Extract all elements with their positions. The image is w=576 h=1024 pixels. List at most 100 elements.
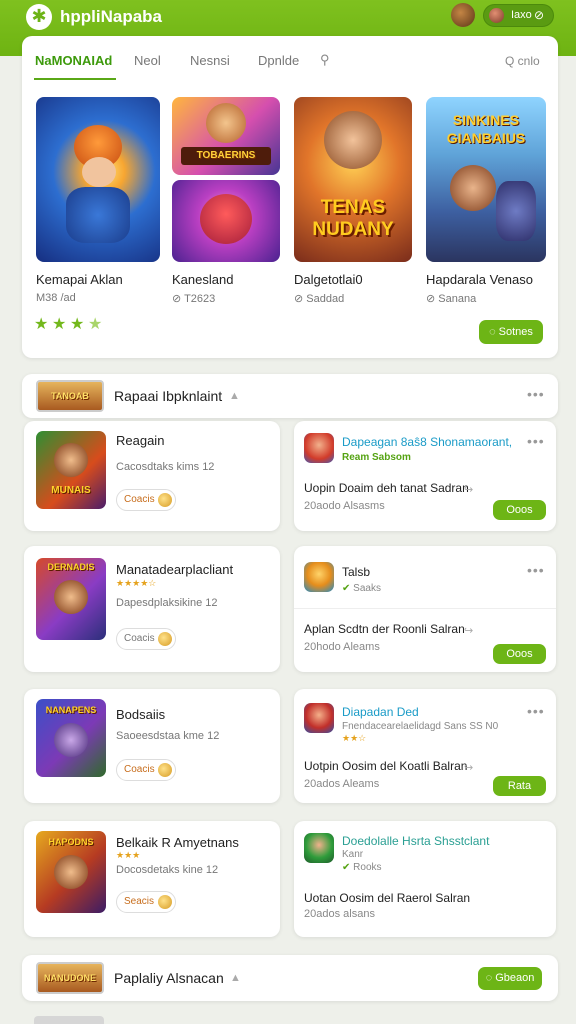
- list-item[interactable]: Talsb ✔ Saaks ••• Aplan Scdtn der Roonli…: [294, 546, 556, 672]
- coin-icon: [158, 632, 172, 646]
- see-more-button[interactable]: ◌ Sotnes: [479, 320, 543, 344]
- circle-icon: ◌: [489, 326, 499, 338]
- game-meta: 20ados alsans: [304, 908, 375, 920]
- play-button[interactable]: Ooos: [493, 500, 546, 520]
- game-icon[interactable]: [304, 703, 334, 733]
- app-logo-icon[interactable]: ✱: [26, 4, 52, 30]
- game-meta: 20hodo Aleams: [304, 641, 380, 653]
- share-icon[interactable]: ↪: [464, 761, 473, 774]
- game-title[interactable]: Diapadan Ded: [342, 705, 419, 719]
- game-title[interactable]: Kemapai Aklan: [36, 272, 123, 287]
- game-thumbnail[interactable]: DERNADIS: [36, 558, 106, 640]
- search-link[interactable]: Q cnlo: [505, 54, 540, 68]
- game-subtitle: Fnendacearelaelidagd Sans SS N0: [342, 721, 499, 732]
- featured-card: NaMONAIAd Neol Nesnsi Dpnlde ⚲ Q cnlo TO…: [22, 36, 558, 358]
- list-item[interactable]: Dapeagan 8aŝ8 Shonamaorant, Ream Sabsom …: [294, 421, 556, 531]
- share-icon[interactable]: ↪: [464, 483, 473, 496]
- game-icon[interactable]: [304, 562, 334, 592]
- list-item[interactable]: HAPODNS Belkaik R Amyetnans ★★★ Docosdet…: [24, 821, 280, 937]
- game-subtitle: ⊘ Saddad: [294, 293, 345, 305]
- tab-new[interactable]: Neol: [134, 53, 161, 68]
- game-title[interactable]: Belkaik R Amyetnans: [116, 835, 239, 850]
- section-thumbnail: NANUDONE: [36, 962, 104, 994]
- play-button[interactable]: Rata: [493, 776, 546, 796]
- game-thumbnail[interactable]: NANAPENS: [36, 699, 106, 777]
- game-art-2[interactable]: TOBAERINS: [172, 97, 280, 175]
- game-title[interactable]: Talsb: [342, 565, 370, 579]
- pin-icon[interactable]: ▲: [230, 972, 241, 984]
- game-tag: ✔ Rooks: [342, 862, 382, 873]
- game-title[interactable]: Reagain: [116, 433, 164, 448]
- rating-stars: ★★☆: [342, 733, 367, 743]
- tab-featured[interactable]: NaMONAIAd: [35, 53, 112, 68]
- game-description: Uopin Doaim deh tanat Sadran: [304, 481, 469, 495]
- game-icon[interactable]: [304, 433, 334, 463]
- list-item[interactable]: MUNAIS Reagain Cacosdtaks kims 12 Coacis: [24, 421, 280, 531]
- check-icon: ✔: [342, 862, 354, 873]
- game-meta: 20aodo Alsasms: [304, 500, 385, 512]
- game-subtitle: ✔ Saaks: [342, 583, 381, 594]
- game-subtitle: ⊘ Sanana: [426, 293, 477, 305]
- star-icon: ★: [52, 316, 67, 333]
- game-thumbnail[interactable]: HAPODNS: [36, 831, 106, 913]
- search-icon[interactable]: ⚲: [320, 52, 330, 68]
- active-tab-indicator: [34, 78, 116, 80]
- star-icon: ★: [34, 316, 49, 333]
- play-button[interactable]: Ooos: [493, 644, 546, 664]
- more-options-icon[interactable]: •••: [527, 562, 545, 578]
- coin-button[interactable]: Coacis: [116, 628, 176, 650]
- game-thumbnail[interactable]: MUNAIS: [36, 431, 106, 509]
- game-art-4[interactable]: TENAS NUDANY: [294, 97, 412, 262]
- section-header: NANUDONE Paplaliy Alsnacan ▲ ◌ Gbeaon: [22, 955, 558, 1001]
- section-title: Paplaliy Alsnacan: [114, 970, 224, 986]
- game-description: Uotpin Oosim del Koatli Balran: [304, 759, 468, 773]
- coin-button[interactable]: Coacis: [116, 759, 176, 781]
- list-item[interactable]: NANAPENS Bodsaiis Saoeesdstaa kme 12 Coa…: [24, 689, 280, 803]
- star-icon: ★: [88, 316, 103, 333]
- list-item[interactable]: Doedolalle Hsrta Shsstclant Kanr ✔ Rooks…: [294, 821, 556, 937]
- art-title: TOBAERINS: [180, 147, 272, 165]
- coin-icon: [158, 493, 172, 507]
- game-subtitle: Kanr: [342, 849, 364, 860]
- game-art-1[interactable]: [36, 97, 160, 262]
- game-title[interactable]: Bodsaiis: [116, 707, 165, 722]
- game-title[interactable]: Dapeagan 8aŝ8 Shonamaorant,: [342, 435, 512, 449]
- user-menu[interactable]: Iaxo ⊘: [483, 4, 554, 27]
- section-title: Rapaai Ibpknlaint: [114, 388, 223, 404]
- settings-icon[interactable]: ⊘: [534, 8, 544, 22]
- game-subtitle: Cacosdtaks kims 12: [116, 461, 215, 473]
- section-action-button[interactable]: ◌ Gbeaon: [478, 967, 542, 990]
- tab-updates[interactable]: Dpnlde: [258, 53, 299, 68]
- game-title[interactable]: Kanesland: [172, 272, 233, 287]
- game-art-5[interactable]: SINKINES GIANBAIUS: [426, 97, 546, 262]
- check-icon: ✔: [342, 583, 354, 594]
- mascot-avatar[interactable]: [451, 3, 475, 27]
- more-options-icon[interactable]: •••: [527, 703, 545, 719]
- game-description: Uotan Oosim del Raerol Salran: [304, 891, 471, 905]
- star-icon: ★: [70, 316, 85, 333]
- coin-button[interactable]: Seacis: [116, 891, 176, 913]
- coin-button[interactable]: Coacis: [116, 489, 176, 511]
- circle-icon: ◌: [485, 972, 496, 984]
- next-section-peek: [34, 1016, 104, 1024]
- game-icon[interactable]: [304, 833, 334, 863]
- list-item[interactable]: Diapadan Ded Fnendacearelaelidagd Sans S…: [294, 689, 556, 803]
- pin-icon[interactable]: ▲: [229, 390, 240, 402]
- game-title[interactable]: Hapdarala Venaso: [426, 272, 533, 287]
- game-title[interactable]: Dalgetotlai0: [294, 272, 363, 287]
- art-title: SINKINES GIANBAIUS: [446, 112, 526, 146]
- share-icon[interactable]: ↪: [464, 624, 473, 637]
- coin-icon: [158, 763, 172, 777]
- list-item[interactable]: DERNADIS Manatadearplacliant ★★★★☆ Dapes…: [24, 546, 280, 672]
- more-options-icon[interactable]: •••: [527, 433, 545, 449]
- tab-news[interactable]: Nesnsi: [190, 53, 230, 68]
- brand-name[interactable]: hppliNapaba: [60, 7, 162, 27]
- game-title[interactable]: Manatadearplacliant: [116, 562, 233, 577]
- game-subtitle: ⊘ T2623: [172, 293, 216, 305]
- more-options-icon[interactable]: •••: [527, 386, 545, 402]
- game-title[interactable]: Doedolalle Hsrta Shsstclant: [342, 834, 489, 848]
- game-subtitle: M38 /ad: [36, 292, 76, 304]
- coin-icon: [158, 895, 172, 909]
- rating-stars: ★★★★☆: [116, 578, 157, 588]
- game-art-3[interactable]: [172, 180, 280, 262]
